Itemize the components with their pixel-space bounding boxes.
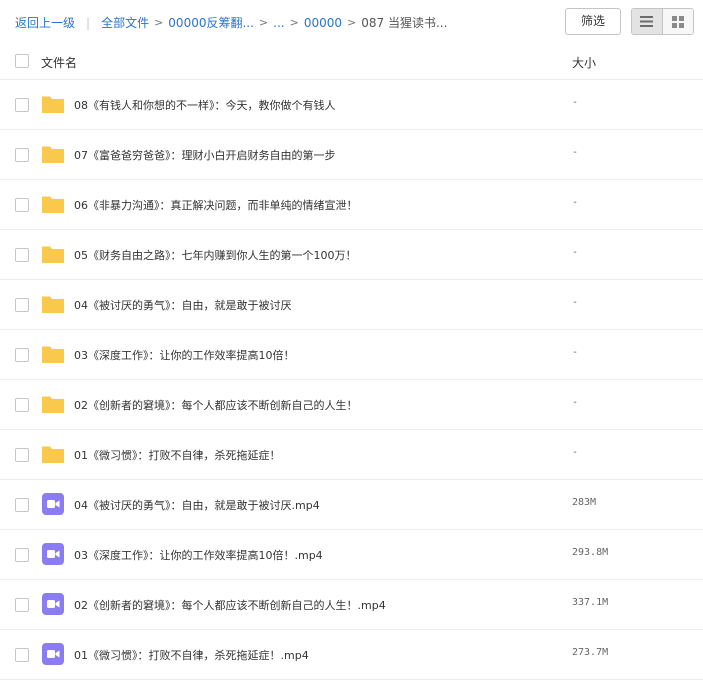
column-header-name[interactable]: 文件名 <box>41 54 77 71</box>
breadcrumb-all-files[interactable]: 全部文件 <box>101 14 149 31</box>
folder-icon <box>41 292 65 316</box>
table-row[interactable]: 04《被讨厌的勇气》：自由，就是敢于被讨厌.mp4 283M <box>0 480 703 530</box>
table-row[interactable]: 02《创新者的窘境》：每个人都应该不断创新自己的人生！.mp4 337.1M <box>0 580 703 630</box>
row-checkbox[interactable] <box>15 398 29 412</box>
video-file-icon <box>41 492 65 516</box>
grid-view-button[interactable] <box>662 9 693 34</box>
file-size: - <box>572 297 579 308</box>
list-view-button[interactable] <box>632 9 663 34</box>
row-checkbox[interactable] <box>15 598 29 612</box>
file-size: - <box>572 447 579 458</box>
table-row[interactable]: 07《富爸爸穷爸爸》：理财小白开启财务自由的第一步 - <box>0 130 703 180</box>
folder-icon <box>41 392 65 416</box>
table-header: 文件名 大小 <box>0 42 703 80</box>
file-size: 273.7M <box>572 647 609 658</box>
folder-icon <box>41 142 65 166</box>
file-name[interactable]: 06《非暴力沟通》：真正解决问题，而非单纯的情绪宣泄！ <box>74 197 358 213</box>
row-checkbox[interactable] <box>15 298 29 312</box>
breadcrumb-path-2[interactable]: 00000 <box>304 16 342 30</box>
table-row[interactable]: 01《微习惯》：打败不自律，杀死拖延症！ - <box>0 430 703 480</box>
folder-icon <box>41 92 65 116</box>
file-size: 293.8M <box>572 547 609 558</box>
row-checkbox[interactable] <box>15 148 29 162</box>
file-size: - <box>572 97 579 108</box>
grid-view-icon <box>671 15 684 28</box>
video-file-icon <box>41 592 65 616</box>
folder-icon <box>41 242 65 266</box>
breadcrumb-divider: | <box>86 15 91 30</box>
table-row[interactable]: 03《深度工作》：让你的工作效率提高10倍！.mp4 293.8M <box>0 530 703 580</box>
file-name[interactable]: 04《被讨厌的勇气》：自由，就是敢于被讨厌 <box>74 297 292 313</box>
chevron-right-icon: > <box>289 16 299 29</box>
file-size: - <box>572 347 579 358</box>
table-row[interactable]: 01《微习惯》：打败不自律，杀死拖延症！.mp4 273.7M <box>0 630 703 680</box>
breadcrumb-path-1[interactable]: 00000反筹翻... <box>168 14 254 31</box>
view-toggle <box>631 8 694 35</box>
file-list: 文件名 大小 08《有钱人和你想的不一样》：今天，教你做个有钱人 -07《富爸爸穷… <box>0 42 703 680</box>
chevron-right-icon: > <box>258 16 269 29</box>
row-checkbox[interactable] <box>15 648 29 662</box>
file-name[interactable]: 02《创新者的窘境》：每个人都应该不断创新自己的人生！ <box>74 397 358 413</box>
row-checkbox[interactable] <box>15 498 29 512</box>
file-name[interactable]: 05《财务自由之路》：七年内赚到你人生的第一个100万！ <box>74 247 357 263</box>
folder-icon <box>41 442 65 466</box>
table-row[interactable]: 06《非暴力沟通》：真正解决问题，而非单纯的情绪宣泄！ - <box>0 180 703 230</box>
row-checkbox[interactable] <box>15 198 29 212</box>
file-name[interactable]: 01《微习惯》：打败不自律，杀死拖延症！.mp4 <box>74 647 309 663</box>
list-view-icon <box>640 16 654 27</box>
table-row[interactable]: 03《深度工作》：让你的工作效率提高10倍！ - <box>0 330 703 380</box>
breadcrumb: 返回上一级 | 全部文件 > 00000反筹翻... > ... > 00000… <box>15 14 447 31</box>
video-file-icon <box>41 542 65 566</box>
file-size: 337.1M <box>572 597 609 608</box>
file-size: - <box>572 247 579 258</box>
file-size: - <box>572 197 579 208</box>
row-checkbox[interactable] <box>15 248 29 262</box>
file-name[interactable]: 01《微习惯》：打败不自律，杀死拖延症！ <box>74 447 281 463</box>
table-row[interactable]: 02《创新者的窘境》：每个人都应该不断创新自己的人生！ - <box>0 380 703 430</box>
table-row[interactable]: 05《财务自由之路》：七年内赚到你人生的第一个100万！ - <box>0 230 703 280</box>
folder-icon <box>41 192 65 216</box>
file-name[interactable]: 03《深度工作》：让你的工作效率提高10倍！ <box>74 347 295 363</box>
table-row[interactable]: 04《被讨厌的勇气》：自由，就是敢于被讨厌 - <box>0 280 703 330</box>
row-checkbox[interactable] <box>15 448 29 462</box>
row-checkbox[interactable] <box>15 98 29 112</box>
top-bar: 返回上一级 | 全部文件 > 00000反筹翻... > ... > 00000… <box>0 0 703 42</box>
file-size: - <box>572 147 579 158</box>
file-size: 283M <box>572 497 597 508</box>
file-name[interactable]: 07《富爸爸穷爸爸》：理财小白开启财务自由的第一步 <box>74 147 336 163</box>
video-file-icon <box>41 642 65 666</box>
chevron-right-icon: > <box>154 16 164 29</box>
file-name[interactable]: 02《创新者的窘境》：每个人都应该不断创新自己的人生！.mp4 <box>74 597 386 613</box>
folder-icon <box>41 342 65 366</box>
file-name[interactable]: 03《深度工作》：让你的工作效率提高10倍！.mp4 <box>74 547 323 563</box>
table-row[interactable]: 08《有钱人和你想的不一样》：今天，教你做个有钱人 - <box>0 80 703 130</box>
back-link[interactable]: 返回上一级 <box>15 14 75 31</box>
file-size: - <box>572 397 579 408</box>
column-header-size[interactable]: 大小 <box>572 54 596 71</box>
row-checkbox[interactable] <box>15 348 29 362</box>
breadcrumb-ellipsis[interactable]: ... <box>273 16 284 30</box>
file-name[interactable]: 04《被讨厌的勇气》：自由，就是敢于被讨厌.mp4 <box>74 497 320 513</box>
row-checkbox[interactable] <box>15 548 29 562</box>
chevron-right-icon: > <box>347 16 357 29</box>
file-name[interactable]: 08《有钱人和你想的不一样》：今天，教你做个有钱人 <box>74 97 336 113</box>
select-all-checkbox[interactable] <box>15 54 29 68</box>
breadcrumb-current: 087 当猩读书... <box>361 16 448 30</box>
filter-button[interactable]: 筛选 <box>565 8 621 35</box>
